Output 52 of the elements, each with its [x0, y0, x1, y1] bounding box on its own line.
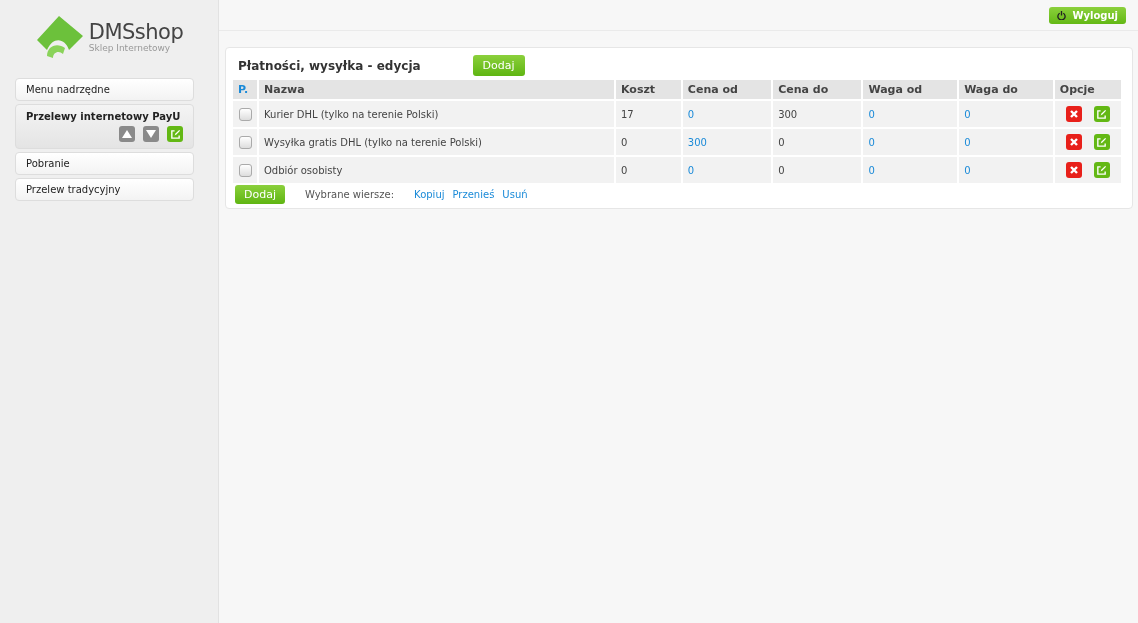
edit-icon[interactable] — [1093, 134, 1110, 150]
table-cell: 300 — [682, 129, 772, 155]
logout-button[interactable]: Wyloguj — [1049, 6, 1126, 24]
action-link[interactable]: Kopiuj — [414, 189, 445, 200]
column-header: Waga do — [959, 80, 1053, 99]
logo-icon — [34, 16, 83, 58]
table-cell: 0 — [959, 157, 1053, 183]
column-header: Waga od — [863, 80, 958, 99]
column-header: Koszt — [616, 80, 681, 99]
sidebar-item[interactable]: Menu nadrzędne — [15, 78, 194, 101]
table-cell: 0 — [863, 129, 958, 155]
sidebar-item[interactable]: Przelew tradycyjny — [15, 178, 194, 201]
table-cell: Wysyłka gratis DHL (tylko na terenie Polski) — [259, 129, 614, 155]
table-cell: 0 — [616, 129, 681, 155]
table-cell: Kurier DHL (tylko na terenie Polski) — [259, 101, 614, 127]
action-link[interactable]: Przenieś — [452, 189, 495, 200]
sidebar-item[interactable]: Przelewy internetowy PayU — [15, 104, 194, 149]
table-cell: 0 — [616, 157, 681, 183]
column-header: Cena do — [773, 80, 862, 99]
table-cell: 0 — [863, 101, 958, 127]
edit-icon[interactable] — [1093, 106, 1110, 122]
action-link[interactable]: Usuń — [502, 189, 528, 200]
add-button[interactable]: Dodaj — [235, 185, 285, 204]
logo-tagline: Sklep Internetowy — [88, 42, 171, 53]
table-cell: 300 — [773, 101, 862, 127]
table-cell: 0 — [682, 101, 772, 127]
table-cell: 0 — [773, 129, 862, 155]
power-icon — [1057, 10, 1067, 20]
row-checkbox[interactable] — [238, 107, 252, 121]
edit-icon[interactable] — [167, 126, 183, 142]
row-checkbox[interactable] — [238, 163, 252, 177]
sidebar-item[interactable]: Pobranie — [15, 152, 194, 175]
table-cell: 0 — [959, 129, 1053, 155]
row-checkbox[interactable] — [238, 135, 252, 149]
edit-icon[interactable] — [1093, 162, 1110, 178]
add-button[interactable]: Dodaj — [472, 55, 525, 76]
table-cell: 0 — [959, 101, 1053, 127]
table-cell: 17 — [616, 101, 681, 127]
column-header: Nazwa — [259, 80, 614, 99]
delete-icon[interactable] — [1065, 106, 1082, 122]
delete-icon[interactable] — [1065, 134, 1082, 150]
table-cell: 0 — [863, 157, 958, 183]
delete-icon[interactable] — [1065, 162, 1082, 178]
table-cell: 0 — [682, 157, 772, 183]
panel-title: Płatności, wysyłka - edycja — [238, 58, 421, 73]
column-header: P. — [233, 80, 257, 99]
column-header: Opcje — [1054, 80, 1121, 99]
table-cell: Odbiór osobisty — [259, 157, 614, 183]
column-header: Cena od — [682, 80, 772, 99]
selected-rows-label: Wybrane wiersze: — [305, 189, 395, 200]
logo-name: DMSshop — [88, 21, 184, 43]
table-cell: 0 — [773, 157, 862, 183]
